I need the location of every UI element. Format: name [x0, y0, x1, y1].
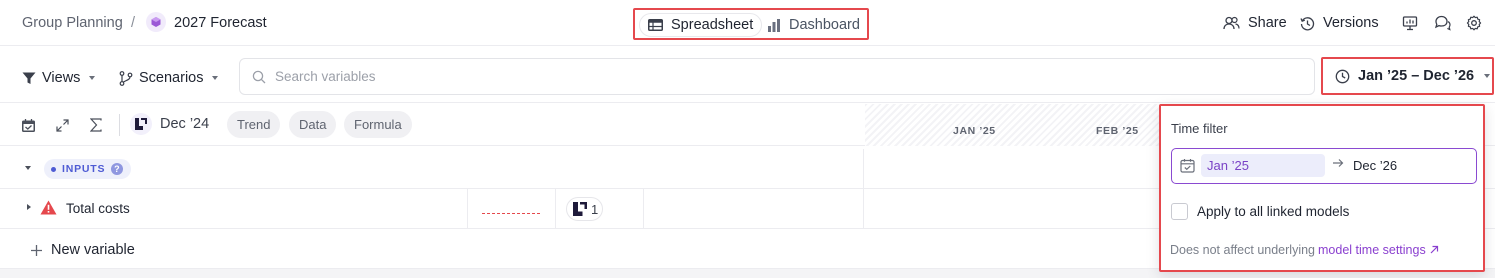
- versions-label: Versions: [1323, 15, 1379, 31]
- date-range-field[interactable]: Jan ’25 Dec ’26: [1171, 148, 1477, 184]
- comments-icon[interactable]: [1432, 13, 1452, 33]
- time-range-button[interactable]: Jan ’25 – Dec ’26: [1321, 57, 1494, 95]
- search-input[interactable]: [275, 69, 1175, 84]
- reference-count: 1: [591, 201, 599, 217]
- group-dot-icon: [51, 166, 56, 172]
- apply-all-label[interactable]: Apply to all linked models: [1197, 204, 1349, 219]
- column-divider: [467, 189, 468, 229]
- clock-icon: [1335, 69, 1350, 84]
- filter-icon: [22, 72, 36, 85]
- dashboard-label: Dashboard: [789, 17, 860, 33]
- note-text: Does not affect underlying: [1170, 243, 1316, 257]
- snapshot-label[interactable]: Dec ’24: [160, 116, 209, 132]
- toolbar: Views Scenarios Jan ’25 – Dec ’26: [0, 47, 1495, 103]
- time-filter-popover: Time filter Jan ’25 Dec ’26 Apply to all…: [1159, 104, 1485, 272]
- settings-gear-icon[interactable]: [1464, 13, 1484, 33]
- column-divider: [555, 189, 556, 229]
- arrow-right-icon: [1332, 158, 1344, 168]
- month-header-feb-25: FEB ’25: [1096, 125, 1139, 137]
- time-range-label: Jan ’25 – Dec ’26: [1358, 68, 1475, 84]
- formula-chip[interactable]: Formula: [344, 111, 412, 138]
- bar-chart-icon: [767, 18, 781, 32]
- cube-icon: [146, 12, 166, 32]
- chevron-right-icon[interactable]: [27, 204, 31, 210]
- new-variable-button[interactable]: New variable: [30, 240, 135, 260]
- reference-badge[interactable]: 1: [566, 197, 604, 221]
- views-dropdown[interactable]: Views: [22, 68, 96, 88]
- range-end-input[interactable]: Dec ’26: [1353, 158, 1397, 173]
- scenarios-label: Scenarios: [139, 70, 204, 86]
- plus-icon: [30, 244, 43, 257]
- scenarios-dropdown[interactable]: Scenarios: [119, 68, 219, 88]
- external-link-icon[interactable]: [1429, 245, 1439, 255]
- dashboard-tab[interactable]: Dashboard: [759, 13, 868, 37]
- range-start-input[interactable]: Jan ’25: [1201, 154, 1325, 177]
- sigma-icon[interactable]: [87, 116, 105, 134]
- chevron-down-icon: [89, 76, 96, 80]
- toolbar-divider: [119, 114, 120, 136]
- history-icon: [1300, 16, 1315, 31]
- search-box: [239, 58, 1315, 95]
- warning-icon: [40, 200, 57, 215]
- breadcrumb-parent[interactable]: Group Planning: [22, 13, 123, 33]
- inputs-group-label: INPUTS: [62, 163, 106, 175]
- search-icon: [252, 70, 266, 84]
- chevron-down-icon[interactable]: [25, 166, 31, 170]
- branch-icon: [119, 70, 133, 86]
- spreadsheet-label: Spreadsheet: [671, 17, 754, 33]
- users-icon: [1223, 16, 1240, 30]
- new-variable-label: New variable: [51, 242, 135, 258]
- trend-chip[interactable]: Trend: [227, 111, 281, 138]
- spreadsheet-tab[interactable]: Spreadsheet: [639, 13, 763, 37]
- chevron-down-icon: [212, 76, 219, 80]
- inputs-group-badge[interactable]: INPUTS ?: [44, 159, 132, 179]
- column-divider: [863, 189, 864, 229]
- table-icon: [648, 19, 663, 31]
- versions-button[interactable]: Versions: [1300, 12, 1379, 34]
- breadcrumb-current[interactable]: 2027 Forecast: [174, 13, 267, 33]
- share-label: Share: [1248, 15, 1287, 31]
- calendar-icon: [1180, 158, 1195, 173]
- calendar-check-icon[interactable]: [19, 116, 37, 134]
- breadcrumb-separator: /: [131, 15, 136, 31]
- column-divider: [643, 189, 644, 229]
- column-divider: [863, 149, 864, 189]
- snapshot-logo-icon: [130, 113, 152, 135]
- share-button[interactable]: Share: [1223, 12, 1287, 34]
- top-bar: Group Planning / 2027 Forecast Spreadshe…: [0, 0, 1495, 46]
- variable-name[interactable]: Total costs: [66, 201, 130, 216]
- time-filter-title: Time filter: [1171, 121, 1228, 136]
- time-settings-note: Does not affect underlying model time se…: [1170, 243, 1439, 257]
- model-time-settings-link[interactable]: model time settings: [1318, 243, 1426, 257]
- empty-value-dashes: [482, 213, 540, 214]
- apply-all-checkbox[interactable]: [1171, 203, 1188, 220]
- chevron-down-icon: [1484, 74, 1491, 78]
- month-header-jan-25: JAN ’25: [953, 125, 996, 137]
- data-chip[interactable]: Data: [289, 111, 337, 138]
- presentation-icon[interactable]: [1400, 13, 1420, 33]
- help-icon[interactable]: ?: [111, 163, 124, 175]
- model-logo-icon: [571, 200, 589, 218]
- views-label: Views: [42, 70, 81, 86]
- expand-icon[interactable]: [53, 116, 71, 134]
- view-toggle: Spreadsheet Dashboard: [633, 8, 869, 40]
